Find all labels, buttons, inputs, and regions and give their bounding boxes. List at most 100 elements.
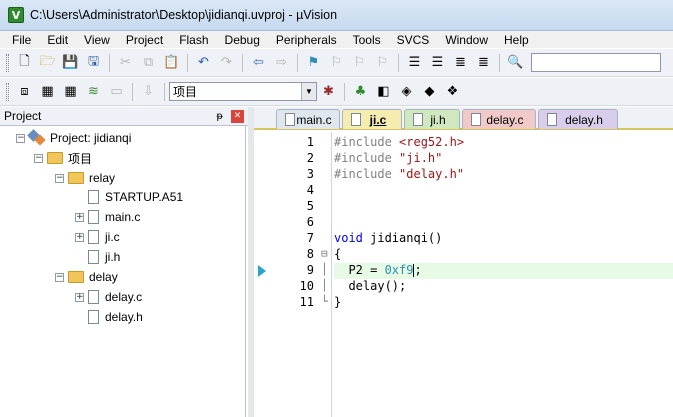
tab-ji-h[interactable]: ji.h bbox=[404, 109, 460, 129]
code-text[interactable]: void jidianqi() bbox=[334, 231, 442, 245]
menu-help[interactable]: Help bbox=[496, 33, 537, 47]
select-packs-icon[interactable]: ◈ bbox=[395, 81, 418, 103]
menu-window[interactable]: Window bbox=[437, 33, 496, 47]
find-in-files-icon[interactable]: 🔍 bbox=[504, 52, 527, 74]
code-line[interactable]: 5 bbox=[254, 199, 673, 215]
code-text[interactable]: } bbox=[334, 295, 341, 309]
tree-item-file[interactable]: ji.h bbox=[88, 248, 120, 266]
code-line[interactable]: 2 #include "ji.h" bbox=[254, 151, 673, 167]
open-folder-icon[interactable]: 🗁 bbox=[36, 52, 59, 74]
prev-bookmark-icon[interactable]: ⚐ bbox=[325, 52, 348, 74]
code-text[interactable]: { bbox=[334, 247, 341, 261]
tree-item-file[interactable]: STARTUP.A51 bbox=[88, 188, 183, 206]
paste-icon[interactable]: 📋 bbox=[160, 52, 183, 74]
expand-icon[interactable]: + bbox=[75, 292, 84, 302]
code-text[interactable]: #include "ji.h" bbox=[334, 151, 442, 165]
tree-item-project[interactable]: − Project: jidianqi bbox=[16, 129, 131, 147]
menu-debug[interactable]: Debug bbox=[217, 33, 268, 47]
code-text[interactable]: #include <reg52.h> bbox=[334, 135, 464, 149]
toolbar-grip[interactable] bbox=[6, 82, 9, 101]
tree-label-target: 项目 bbox=[68, 151, 93, 166]
redo-icon[interactable]: ↷ bbox=[215, 52, 238, 74]
project-panel-header: Project ᵽ ✕ bbox=[0, 107, 248, 126]
code-text[interactable]: P2 = 0xf9; bbox=[334, 263, 422, 277]
toolbar-separator bbox=[499, 53, 500, 72]
menu-file[interactable]: File bbox=[4, 33, 39, 47]
expand-icon[interactable]: + bbox=[75, 212, 84, 222]
comment-icon[interactable]: ≣ bbox=[449, 52, 472, 74]
translate-icon[interactable]: ⧈ bbox=[13, 81, 36, 103]
find-input[interactable] bbox=[531, 53, 661, 72]
tree-item-group-relay[interactable]: − relay bbox=[55, 169, 115, 187]
tab-delay-h[interactable]: delay.h bbox=[538, 109, 618, 129]
menu-project[interactable]: Project bbox=[118, 33, 171, 47]
save-all-icon[interactable]: 🖫 bbox=[82, 52, 105, 74]
code-line[interactable]: 11 └} bbox=[254, 295, 673, 311]
code-line[interactable]: 8 ⊟ { bbox=[254, 247, 673, 263]
manage-components-icon[interactable]: ◧ bbox=[372, 81, 395, 103]
tab-ji-c[interactable]: ji.c bbox=[342, 109, 402, 129]
chevron-down-icon[interactable]: ▼ bbox=[301, 83, 316, 100]
code-line[interactable]: 7 void jidianqi() bbox=[254, 231, 673, 247]
download-icon[interactable]: ⇩ bbox=[137, 81, 160, 103]
stop-build-icon[interactable]: ▭ bbox=[105, 81, 128, 103]
collapse-icon[interactable]: − bbox=[34, 153, 43, 163]
indent-icon[interactable]: ☰ bbox=[403, 52, 426, 74]
close-icon[interactable]: ✕ bbox=[231, 109, 244, 123]
target-select[interactable]: 项目 ▼ bbox=[169, 82, 317, 101]
uncomment-icon[interactable]: ≣ bbox=[472, 52, 495, 74]
save-icon[interactable]: 💾 bbox=[59, 52, 82, 74]
rebuild-icon[interactable]: ▦ bbox=[59, 81, 82, 103]
batch-build-icon[interactable]: ≋ bbox=[82, 81, 105, 103]
undo-icon[interactable]: ↶ bbox=[192, 52, 215, 74]
new-file-icon[interactable]: 🗋 bbox=[13, 52, 36, 74]
tree-item-file[interactable]: + delay.c bbox=[75, 288, 142, 306]
file-icon bbox=[88, 210, 99, 224]
tree-item-file[interactable]: + ji.c bbox=[75, 228, 120, 246]
menu-view[interactable]: View bbox=[76, 33, 118, 47]
code-text[interactable]: delay(); bbox=[334, 279, 406, 293]
toolbar-separator bbox=[398, 53, 399, 72]
tree-item-file[interactable]: + main.c bbox=[75, 208, 140, 226]
menu-svcs[interactable]: SVCS bbox=[389, 33, 438, 47]
collapse-icon[interactable]: − bbox=[55, 173, 64, 183]
bookmark-icon[interactable]: ⚑ bbox=[302, 52, 325, 74]
code-line[interactable]: 3 #include "delay.h" bbox=[254, 167, 673, 183]
code-line[interactable]: 1 #include <reg52.h> bbox=[254, 135, 673, 151]
expand-icon[interactable]: + bbox=[75, 232, 84, 242]
copy-icon[interactable]: ⧉ bbox=[137, 52, 160, 74]
file-extensions-icon[interactable]: ♣ bbox=[349, 81, 372, 103]
tab-delay-c[interactable]: delay.c bbox=[462, 109, 536, 129]
line-number: 10 bbox=[299, 279, 314, 293]
menu-edit[interactable]: Edit bbox=[39, 33, 76, 47]
pin-icon[interactable]: ᵽ bbox=[216, 111, 223, 122]
unindent-icon[interactable]: ☰ bbox=[426, 52, 449, 74]
collapse-icon[interactable]: − bbox=[55, 272, 64, 282]
cut-icon[interactable]: ✂ bbox=[114, 52, 137, 74]
run-time-env-icon[interactable]: ❖ bbox=[441, 81, 464, 103]
menu-flash[interactable]: Flash bbox=[171, 33, 216, 47]
target-options-icon[interactable]: ✱ bbox=[317, 81, 340, 103]
toolbar-grip[interactable] bbox=[6, 53, 9, 72]
code-line[interactable]: 4 bbox=[254, 183, 673, 199]
collapse-icon[interactable]: − bbox=[16, 133, 25, 143]
pack-installer-icon[interactable]: ◆ bbox=[418, 81, 441, 103]
code-text[interactable]: #include "delay.h" bbox=[334, 167, 464, 181]
menu-tools[interactable]: Tools bbox=[345, 33, 389, 47]
code-line[interactable]: 10 │ delay(); bbox=[254, 279, 673, 295]
tree-item-target[interactable]: − 项目 bbox=[34, 149, 92, 167]
tree-item-file[interactable]: delay.h bbox=[88, 308, 143, 326]
file-icon bbox=[88, 250, 99, 264]
code-editor[interactable]: 1 #include <reg52.h> 2 #include "ji.h" 3 #inc… bbox=[254, 132, 673, 417]
build-icon[interactable]: ▦ bbox=[36, 81, 59, 103]
next-bookmark-icon[interactable]: ⚐ bbox=[348, 52, 371, 74]
navigate-forward-icon[interactable]: ⇨ bbox=[270, 52, 293, 74]
navigate-back-icon[interactable]: ⇦ bbox=[247, 52, 270, 74]
code-line[interactable]: 9 │ P2 = 0xf9; bbox=[254, 263, 673, 279]
clear-bookmarks-icon[interactable]: ⚐ bbox=[371, 52, 394, 74]
menu-peripherals[interactable]: Peripherals bbox=[268, 33, 345, 47]
tab-main-c[interactable]: main.c bbox=[276, 109, 340, 129]
code-line[interactable]: 6 bbox=[254, 215, 673, 231]
title-bar: V C:\Users\Administrator\Desktop\jidianq… bbox=[0, 0, 673, 31]
tree-item-group-delay[interactable]: − delay bbox=[55, 268, 118, 286]
